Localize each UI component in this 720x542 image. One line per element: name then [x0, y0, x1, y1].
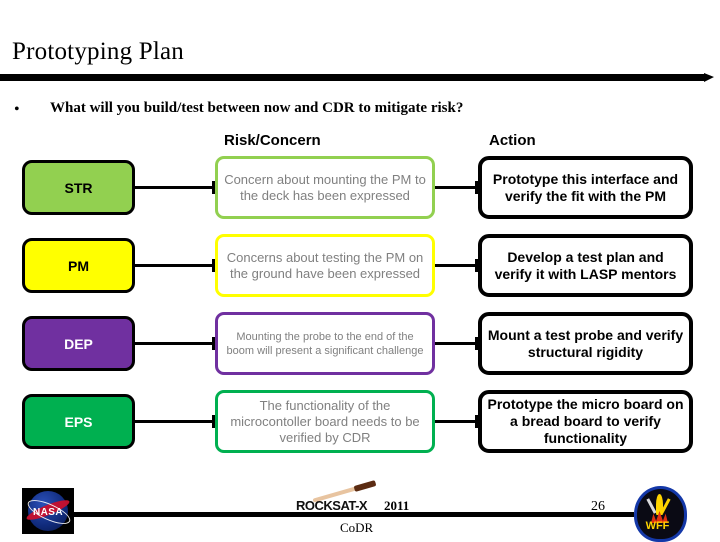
risk-text: The functionality of the microcontoller … — [230, 397, 420, 445]
risk-text: Mounting the probe to the end of the boo… — [226, 330, 424, 357]
bullet-marker: • — [14, 101, 20, 118]
rocket-nose-shape — [353, 480, 377, 492]
risk-box: The functionality of the microcontoller … — [215, 390, 435, 453]
connector-chip-to-risk — [135, 186, 215, 189]
action-text: Mount a test probe and verify structural… — [487, 326, 684, 360]
risk-box: Concern about mounting the PM to the dec… — [215, 156, 435, 219]
subsystem-chip-dep[interactable]: DEP — [22, 316, 135, 371]
connector-risk-to-action — [435, 264, 478, 267]
action-text: Prototype the micro board on a bread boa… — [487, 396, 684, 446]
action-box: Prototype the micro board on a bread boa… — [478, 390, 693, 453]
rocksat-year: 2011 — [384, 498, 410, 513]
subsystem-chip-eps[interactable]: EPS — [22, 394, 135, 449]
page-title: Prototyping Plan — [12, 38, 184, 65]
risk-text: Concern about mounting the PM to the dec… — [224, 171, 426, 203]
rocksat-codr-label: CoDR — [340, 520, 374, 535]
subsystem-chip-label: DEP — [64, 335, 93, 352]
action-text: Develop a test plan and verify it with L… — [494, 248, 677, 282]
subsystem-chip-label: STR — [64, 179, 93, 196]
connector-chip-to-risk — [135, 342, 215, 345]
slide-canvas: Prototyping Plan • What will you build/t… — [0, 0, 720, 542]
title-divider — [0, 74, 704, 81]
connector-chip-to-risk — [135, 264, 215, 267]
action-text: Prototype this interface and verify the … — [492, 170, 679, 204]
action-box: Prototype this interface and verify the … — [478, 156, 693, 219]
wff-logo-icon: WFF — [634, 486, 687, 542]
column-header-risk: Risk/Concern — [224, 132, 321, 149]
subsystem-chip-label: EPS — [64, 413, 93, 430]
action-box: Develop a test plan and verify it with L… — [478, 234, 693, 297]
action-box: Mount a test probe and verify structural… — [478, 312, 693, 375]
connector-risk-to-action — [435, 420, 478, 423]
nasa-logo-icon: NASA — [22, 488, 74, 534]
subsystem-chip-pm[interactable]: PM — [22, 238, 135, 293]
rocksat-logo: ROCKSAT-X 2011 CoDR — [296, 480, 446, 535]
page-number: 26 — [591, 499, 605, 514]
risk-text: Concerns about testing the PM on the gro… — [226, 249, 424, 281]
bullet-text: What will you build/test between now and… — [50, 100, 464, 116]
subsystem-chip-str[interactable]: STR — [22, 160, 135, 215]
risk-box: Mounting the probe to the end of the boo… — [215, 312, 435, 375]
connector-risk-to-action — [435, 186, 478, 189]
rocksat-wordmark: ROCKSAT-X — [296, 498, 368, 513]
risk-box: Concerns about testing the PM on the gro… — [215, 234, 435, 297]
nasa-wordmark: NASA — [33, 507, 63, 518]
connector-chip-to-risk — [135, 420, 215, 423]
subsystem-chip-label: PM — [68, 257, 89, 274]
connector-risk-to-action — [435, 342, 478, 345]
column-header-action: Action — [489, 132, 536, 149]
wff-wordmark: WFF — [645, 520, 670, 532]
title-divider-tip — [704, 73, 714, 82]
